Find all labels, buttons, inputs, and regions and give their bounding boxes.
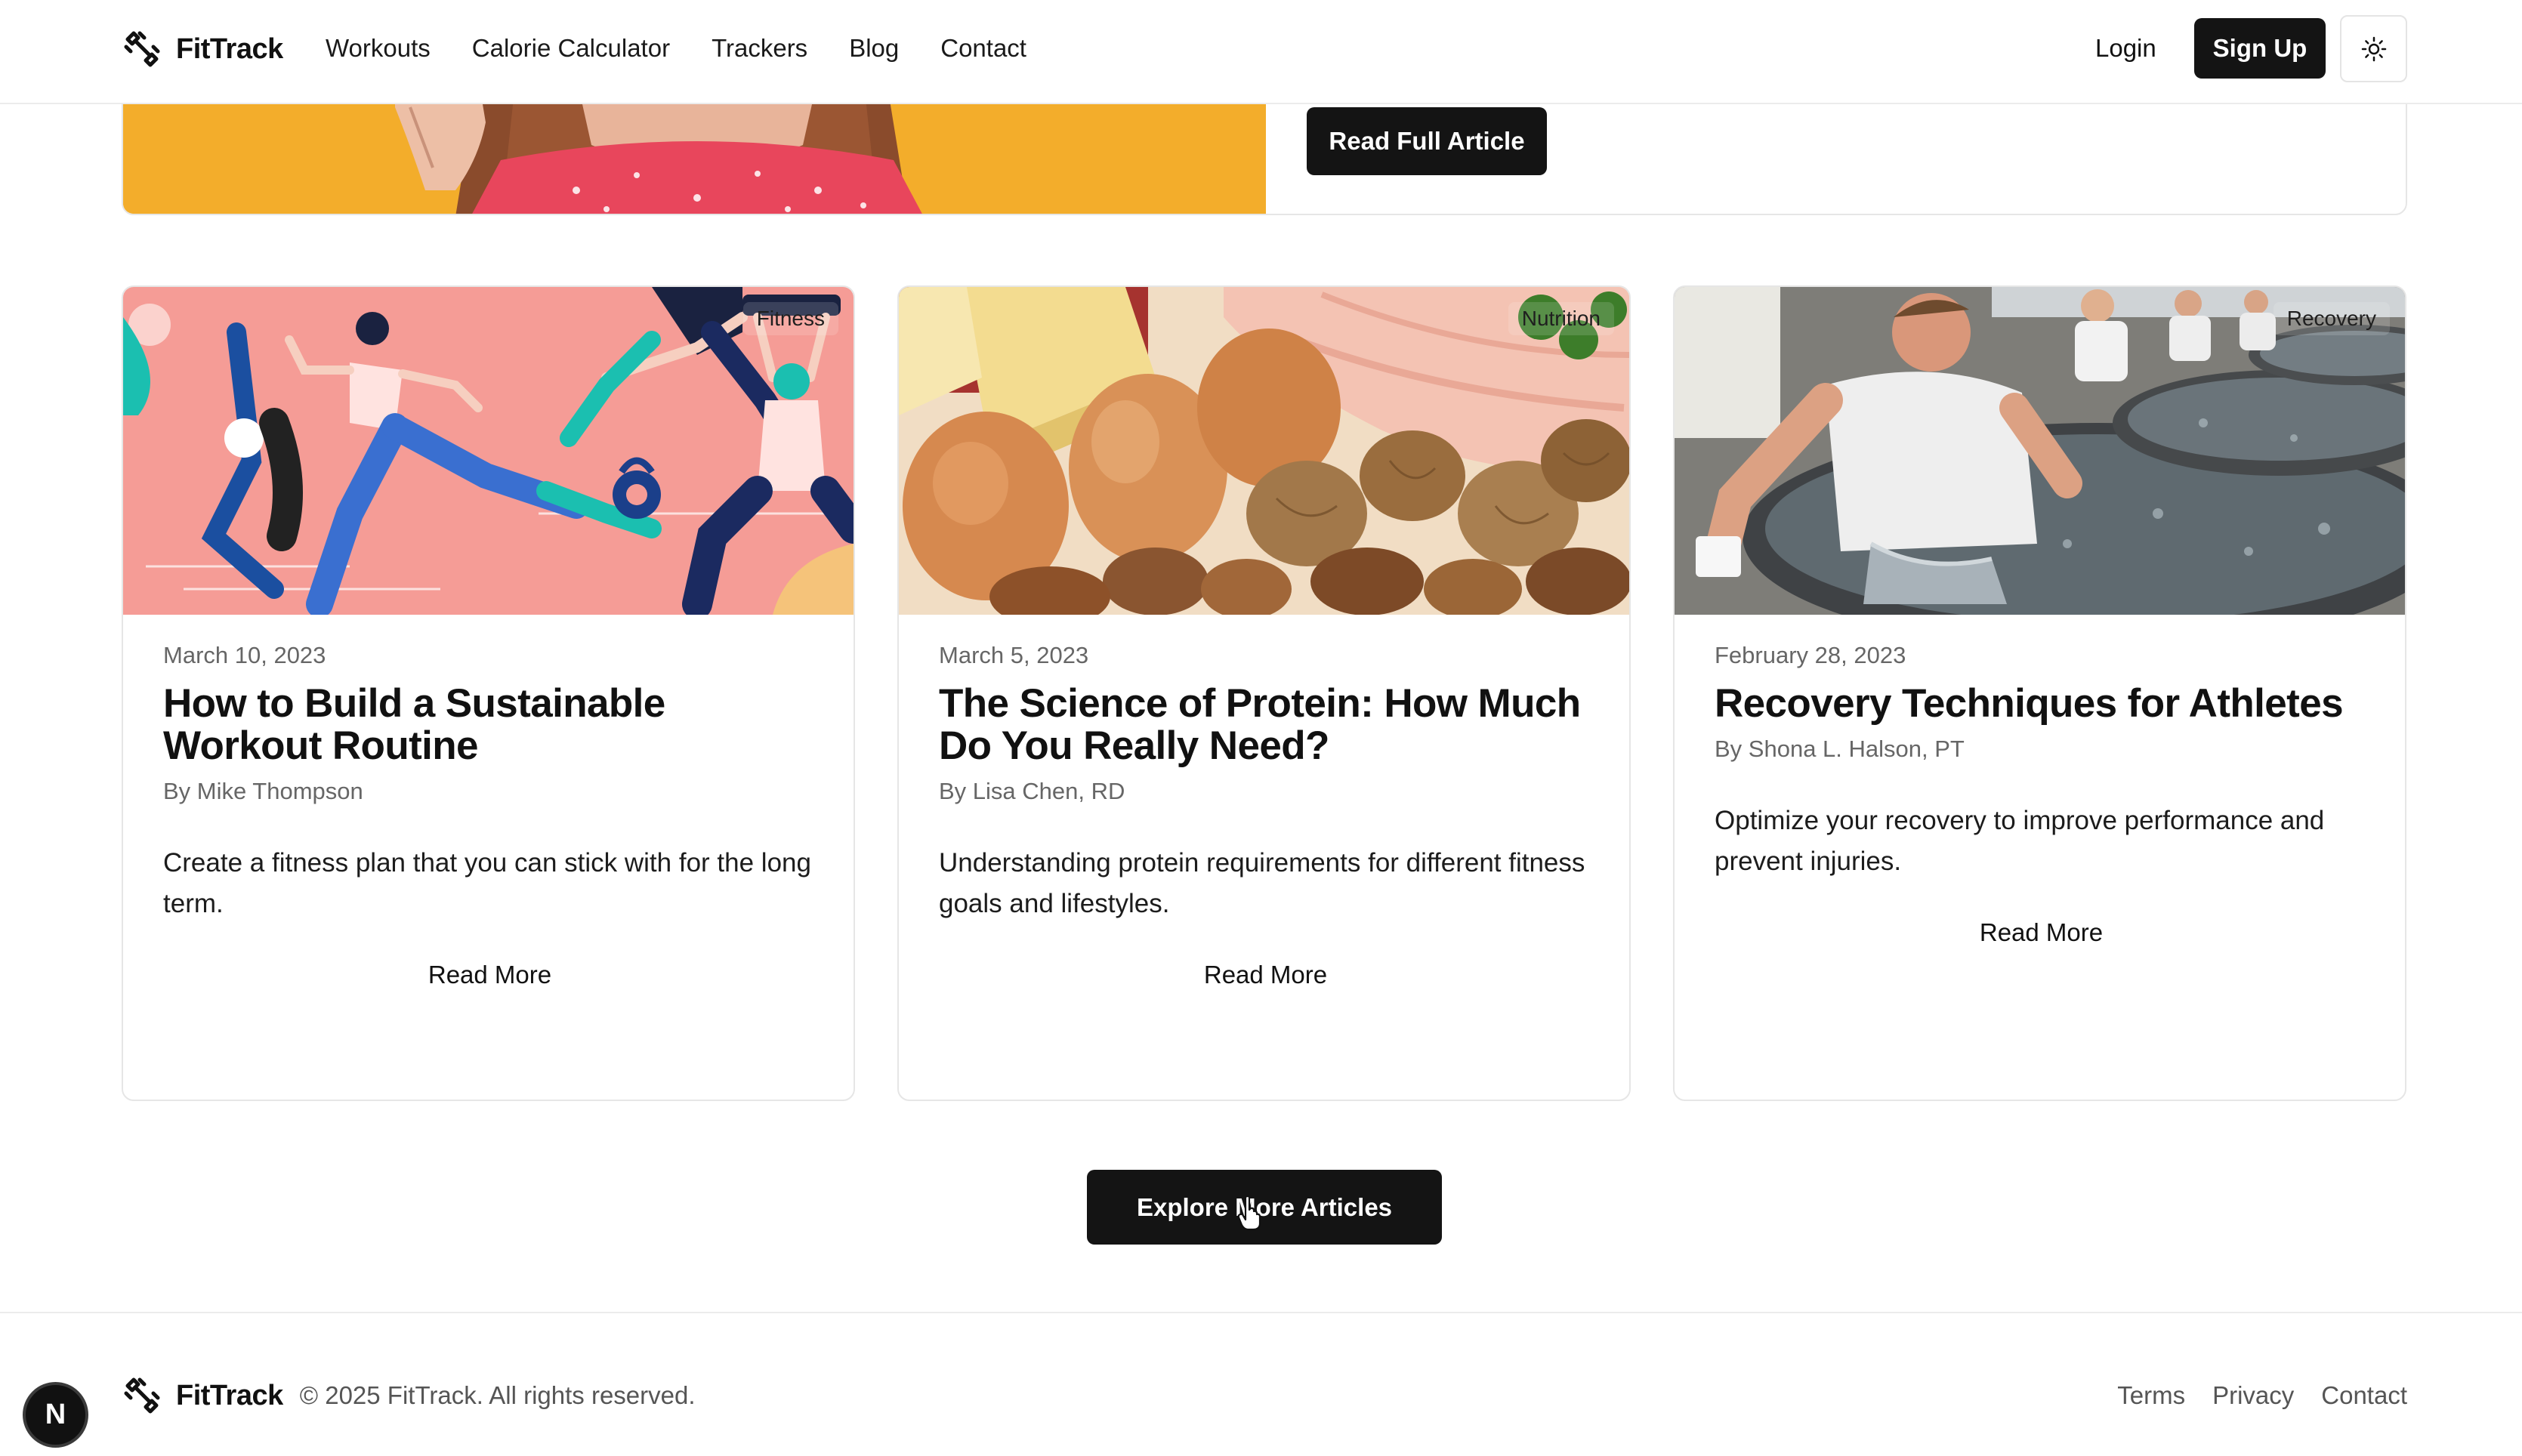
article-excerpt: Create a fitness plan that you can stick… — [163, 848, 811, 918]
explore-more-articles-button[interactable]: Explore More Articles — [1087, 1170, 1442, 1245]
article-image-nutrition[interactable]: Nutrition — [899, 287, 1629, 615]
article-category-tag: Nutrition — [1508, 302, 1614, 335]
signup-button[interactable]: Sign Up — [2194, 18, 2326, 79]
dev-tools-badge[interactable]: N — [23, 1382, 88, 1448]
theme-toggle-button[interactable] — [2340, 15, 2407, 82]
article-card: Recovery February 28, 2023 Recovery Tech… — [1673, 285, 2406, 1101]
article-image-recovery[interactable]: Recovery — [1675, 287, 2405, 615]
dumbbell-logo-icon — [124, 1377, 160, 1414]
footer-brand: FitTrack © 2025 FitTrack. All rights res… — [122, 1374, 696, 1417]
hand-pointer-cursor-icon — [1237, 1195, 1261, 1231]
article-image-fitness[interactable]: Fitness — [123, 287, 854, 615]
article-card: Fitness March 10, 2023 How to Build a Su… — [122, 285, 855, 1101]
site-footer: FitTrack © 2025 FitTrack. All rights res… — [0, 1312, 2522, 1456]
article-category-tag: Fitness — [742, 302, 838, 335]
footer-link-privacy[interactable]: Privacy — [2212, 1381, 2294, 1410]
site-header: FitTrack Workouts Calorie Calculator Tra… — [0, 0, 2522, 104]
article-category-tag: Recovery — [2273, 302, 2390, 335]
article-author: By Lisa Chen, RD — [939, 778, 1125, 804]
article-title[interactable]: How to Build a Sustainable Workout Routi… — [163, 683, 816, 767]
read-full-article-button[interactable]: Read Full Article — [1307, 107, 1547, 175]
read-more-link[interactable]: Read More — [939, 961, 1592, 989]
nav-contact[interactable]: Contact — [940, 34, 1026, 63]
dumbbell-logo-icon — [124, 31, 160, 67]
article-card-body: March 10, 2023 How to Build a Sustainabl… — [163, 615, 816, 989]
read-more-link[interactable]: Read More — [1715, 918, 2368, 947]
sun-icon — [2361, 36, 2386, 61]
article-author: By Mike Thompson — [163, 778, 363, 804]
brand-name: FitTrack — [176, 32, 283, 65]
article-excerpt: Optimize your recovery to improve perfor… — [1715, 806, 2325, 876]
article-title[interactable]: Recovery Techniques for Athletes — [1715, 683, 2368, 725]
nav-workouts[interactable]: Workouts — [326, 34, 431, 63]
article-date: February 28, 2023 — [1715, 642, 1906, 668]
article-card: Nutrition March 5, 2023 The Science of P… — [897, 285, 1631, 1101]
article-date: March 10, 2023 — [163, 642, 326, 668]
article-date: March 5, 2023 — [939, 642, 1089, 668]
dev-badge-letter: N — [45, 1399, 66, 1430]
footer-links: Terms Privacy Contact — [2117, 1378, 2407, 1413]
nav-blog[interactable]: Blog — [849, 34, 899, 63]
article-author: By Shona L. Halson, PT — [1715, 736, 1965, 762]
read-more-link[interactable]: Read More — [163, 961, 816, 989]
article-card-body: February 28, 2023 Recovery Techniques fo… — [1715, 615, 2368, 947]
footer-link-terms[interactable]: Terms — [2117, 1381, 2185, 1410]
nav-calorie-calculator[interactable]: Calorie Calculator — [472, 34, 670, 63]
footer-link-contact[interactable]: Contact — [2321, 1381, 2407, 1410]
main-nav: Workouts Calorie Calculator Trackers Blo… — [326, 29, 1026, 68]
login-link[interactable]: Login — [2095, 29, 2156, 68]
footer-brand-name[interactable]: FitTrack — [176, 1380, 283, 1412]
article-excerpt: Understanding protein requirements for d… — [939, 848, 1585, 918]
brand-logo-link[interactable]: FitTrack — [122, 27, 283, 71]
article-card-body: March 5, 2023 The Science of Protein: Ho… — [939, 615, 1592, 989]
nav-trackers[interactable]: Trackers — [712, 34, 807, 63]
article-title[interactable]: The Science of Protein: How Much Do You … — [939, 683, 1592, 767]
copyright-text: © 2025 FitTrack. All rights reserved. — [299, 1381, 696, 1409]
